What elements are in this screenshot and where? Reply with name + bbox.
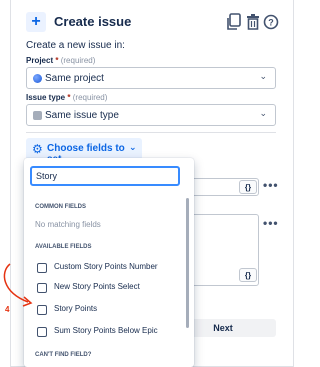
help-icon[interactable]: ? — [263, 13, 279, 31]
issue-type-label: Issue type * (required) — [26, 93, 108, 102]
more-icon[interactable]: ••• — [263, 178, 279, 192]
list-item[interactable]: Custom Story Points Number — [24, 258, 186, 278]
globe-icon — [33, 74, 42, 83]
chevron-down-icon: ⌄ — [259, 71, 267, 81]
issue-type-select[interactable]: Same issue type ⌄ — [26, 104, 276, 126]
cant-find-header: CAN'T FIND FIELD? — [35, 352, 92, 358]
code-brace-button[interactable]: {} — [239, 268, 257, 282]
option-label: Story Points — [54, 304, 98, 313]
issue-type-icon — [33, 111, 42, 120]
project-select[interactable]: Same project ⌄ — [26, 67, 276, 89]
option-label: Custom Story Points Number — [54, 262, 158, 271]
code-brace-button[interactable]: {} — [239, 180, 257, 194]
divider — [26, 132, 276, 133]
choose-fields-button[interactable]: ⚙ Choose fields to set... ⌄ — [26, 138, 142, 165]
scrollbar[interactable] — [186, 198, 189, 328]
fields-dropdown: Story COMMON FIELDS No matching fields A… — [24, 158, 194, 367]
common-fields-header: COMMON FIELDS — [35, 204, 86, 210]
plus-icon[interactable]: + — [26, 12, 46, 32]
copy-icon[interactable] — [226, 13, 242, 31]
project-label: Project * (required) — [26, 56, 96, 65]
chevron-down-icon: ⌄ — [129, 142, 137, 152]
trash-icon[interactable] — [245, 13, 261, 31]
checkbox[interactable] — [37, 327, 47, 337]
chevron-down-icon: ⌄ — [259, 108, 267, 118]
list-item[interactable]: Sum Story Points Below Epic — [24, 322, 186, 342]
option-label: Sum Story Points Below Epic — [54, 326, 158, 335]
issue-type-value: Same issue type — [45, 110, 119, 121]
panel-title: Create issue — [54, 14, 132, 29]
no-matching-text: No matching fields — [35, 220, 101, 229]
list-item[interactable]: New Story Points Select — [24, 278, 186, 298]
gear-icon: ⚙ — [32, 142, 43, 156]
available-fields-header: AVAILABLE FIELDS — [35, 244, 92, 250]
field-search-input[interactable]: Story — [30, 166, 180, 186]
more-icon[interactable]: ••• — [263, 216, 279, 230]
option-label: New Story Points Select — [54, 282, 140, 291]
project-value: Same project — [45, 73, 104, 84]
subtitle: Create a new issue in: — [26, 40, 125, 51]
svg-text:?: ? — [268, 18, 274, 28]
list-item[interactable]: Story Points — [24, 300, 186, 320]
annotation-step-number: 4 — [5, 305, 10, 314]
